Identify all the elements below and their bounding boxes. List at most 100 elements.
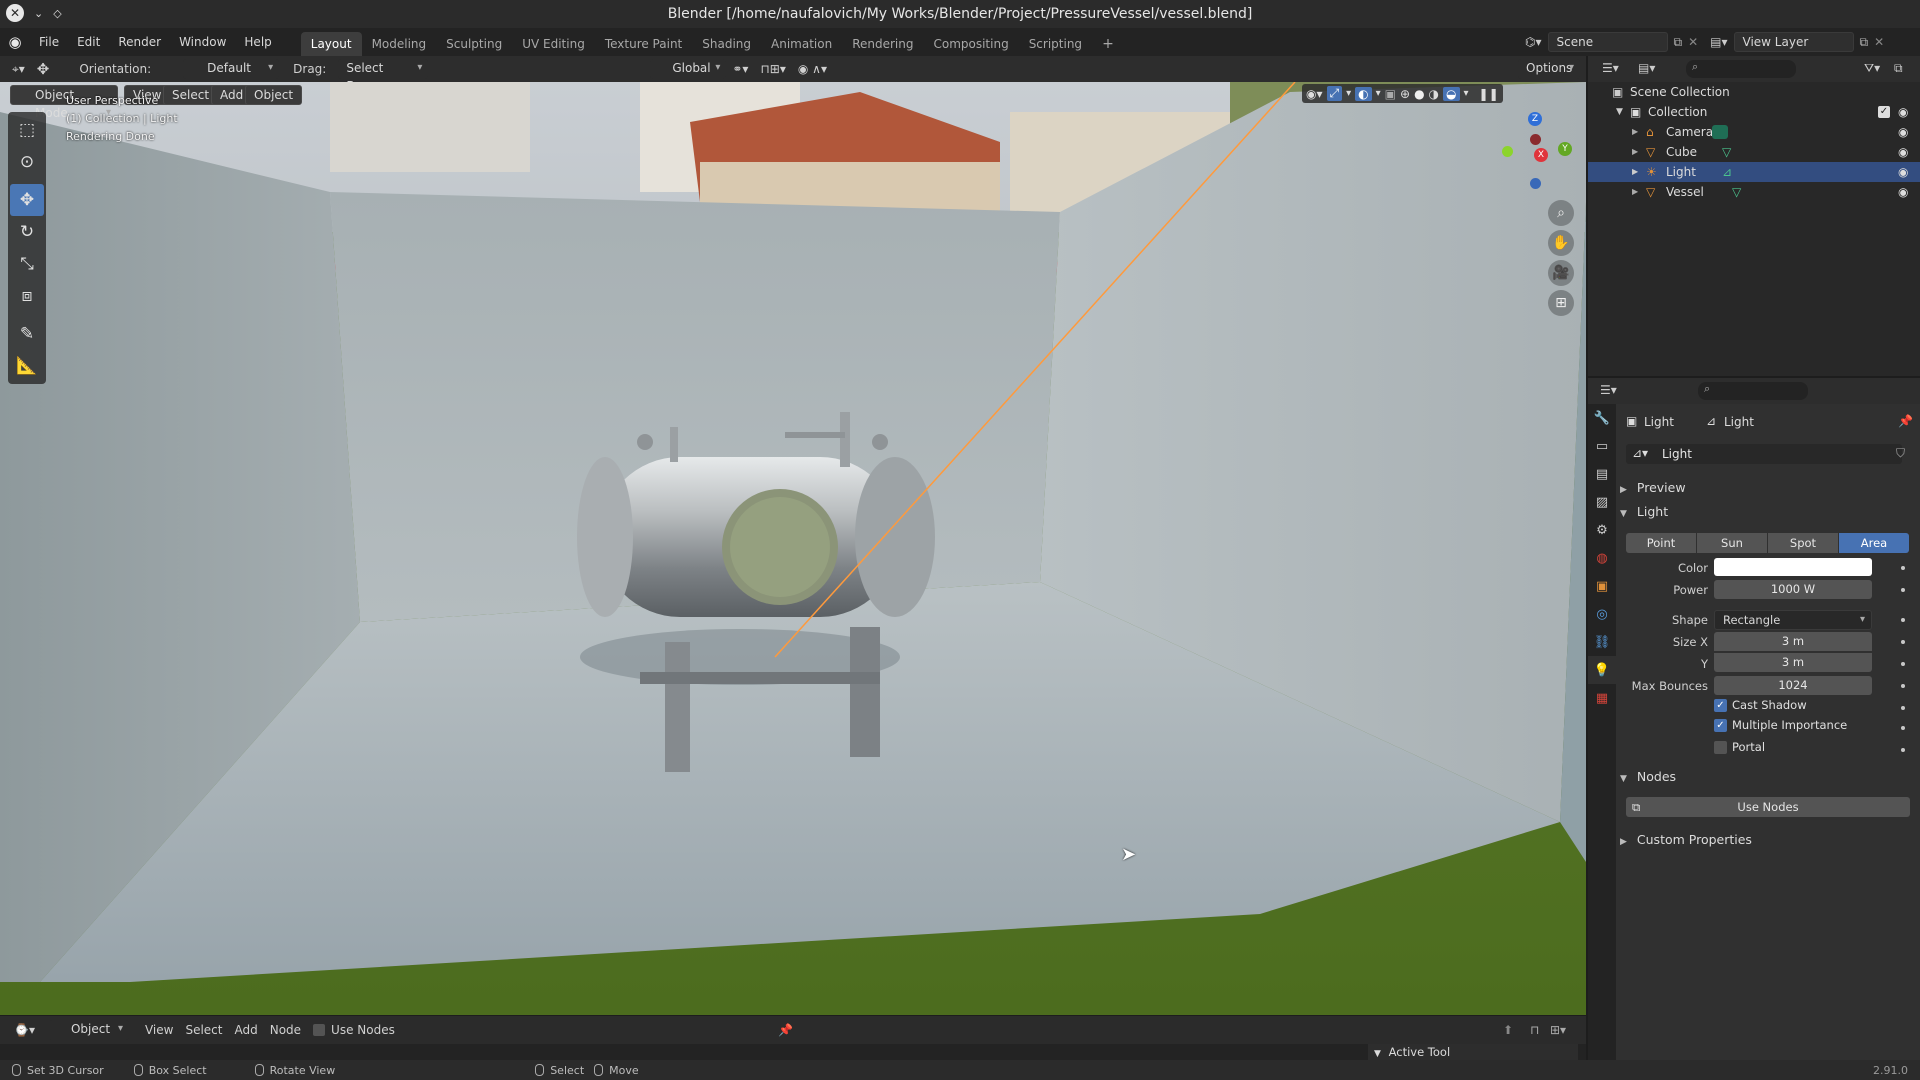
3d-viewport[interactable]: Object Mode ▾ View Select Add Object ◉▾ … bbox=[0, 82, 1586, 1015]
panel-custom-properties-header[interactable]: ▶ Custom Properties bbox=[1620, 828, 1920, 852]
panel-nodes-header[interactable]: ▼ Nodes bbox=[1620, 765, 1920, 789]
pan-hand-icon[interactable]: ✋ bbox=[1548, 230, 1574, 256]
scale-tool-icon[interactable]: ⤡ bbox=[10, 248, 44, 280]
measure-tool-icon[interactable]: 📐 bbox=[10, 350, 44, 382]
perspective-grid-icon[interactable]: ⊞ bbox=[1548, 290, 1574, 316]
tab-layout[interactable]: Layout bbox=[300, 32, 362, 56]
outliner-row-light[interactable]: ▶ ☀ Light ⊿ ◉ bbox=[1588, 162, 1920, 182]
tab-scripting[interactable]: Scripting bbox=[1019, 32, 1092, 56]
node-menu-node[interactable]: Node bbox=[264, 1020, 307, 1040]
light-type-area[interactable]: Area bbox=[1839, 533, 1909, 553]
menu-window[interactable]: Window bbox=[170, 28, 235, 56]
use-nodes-button[interactable]: ⧉ Use Nodes bbox=[1626, 797, 1910, 817]
navigation-gizmo[interactable]: Z X Y bbox=[1490, 112, 1572, 192]
new-collection-icon[interactable]: ⧉ bbox=[1894, 61, 1903, 76]
xray-icon[interactable]: ▣ bbox=[1385, 87, 1396, 101]
close-window-icon[interactable]: ✕ bbox=[6, 4, 24, 22]
outliner-search-input[interactable]: ⌕ bbox=[1686, 60, 1796, 78]
proportional-edit-icon[interactable]: ◉ ∧▾ bbox=[792, 59, 833, 79]
chevron-down-icon[interactable]: ⌄ bbox=[34, 7, 43, 20]
world-tab-icon[interactable]: ◍ bbox=[1588, 544, 1616, 572]
portal-checkbox[interactable] bbox=[1714, 741, 1727, 754]
properties-search-input[interactable]: ⌕ bbox=[1698, 382, 1808, 400]
drag-dropdown[interactable]: Select Box bbox=[338, 59, 429, 93]
light-data-icon[interactable]: ⊿ bbox=[1722, 162, 1732, 182]
view-layer-tab-icon[interactable]: ▨ bbox=[1588, 488, 1616, 516]
camera-data-icon[interactable] bbox=[1712, 125, 1728, 139]
delete-view-layer-icon[interactable]: ✕ bbox=[1874, 35, 1884, 49]
node-menu-select[interactable]: Select bbox=[179, 1020, 228, 1040]
outliner-row-collection[interactable]: ▼ ▣ Collection ✓ ◉ bbox=[1588, 102, 1920, 122]
zoom-icon[interactable]: ⌕ bbox=[1548, 200, 1574, 226]
solid-shading-icon[interactable]: ● bbox=[1414, 87, 1424, 101]
tab-uv-editing[interactable]: UV Editing bbox=[512, 32, 595, 56]
expand-arrow-icon[interactable]: ▶ bbox=[1632, 162, 1638, 182]
editor-type-icon[interactable]: ⌖▾ bbox=[6, 59, 31, 79]
move-tool-icon[interactable]: ✥ bbox=[31, 59, 56, 79]
z-axis-icon[interactable]: Z bbox=[1528, 112, 1542, 126]
tab-compositing[interactable]: Compositing bbox=[923, 32, 1018, 56]
constraints-tab-icon[interactable]: ⛓ bbox=[1588, 628, 1616, 656]
cursor-tool-icon[interactable]: ⊙ bbox=[10, 146, 44, 178]
view-layer-icon[interactable]: ▤▾ bbox=[1710, 35, 1727, 49]
expand-arrow-icon[interactable]: ▶ bbox=[1632, 122, 1638, 142]
shape-dropdown[interactable]: Rectangle bbox=[1714, 610, 1872, 630]
visibility-icon[interactable]: ◉▾ bbox=[1306, 87, 1323, 101]
snap-icon[interactable]: ⊓⊞▾ bbox=[754, 59, 791, 79]
light-datablock-selector[interactable]: ⊿▾ Light bbox=[1626, 444, 1902, 464]
mesh-data-icon[interactable]: ▽ bbox=[1722, 142, 1731, 162]
wireframe-shading-icon[interactable]: ⊕ bbox=[1400, 87, 1410, 101]
color-swatch[interactable] bbox=[1714, 558, 1872, 576]
outliner-row-camera[interactable]: ▶ ⌂ Camera ◉ bbox=[1588, 122, 1920, 142]
annotate-tool-icon[interactable]: ✎ bbox=[10, 318, 44, 350]
outliner-row-vessel[interactable]: ▶ ▽ Vessel ▽ ◉ bbox=[1588, 182, 1920, 202]
output-tab-icon[interactable]: ▤ bbox=[1588, 460, 1616, 488]
max-bounces-field[interactable]: 1024 bbox=[1714, 676, 1872, 695]
node-menu-view[interactable]: View bbox=[139, 1020, 179, 1040]
blender-logo-icon[interactable]: ◉ bbox=[0, 33, 30, 51]
outliner-row-cube[interactable]: ▶ ▽ Cube ▽ ◉ bbox=[1588, 142, 1920, 162]
new-view-layer-icon[interactable]: ⧉ bbox=[1860, 35, 1869, 50]
power-field[interactable]: 1000 W bbox=[1714, 580, 1872, 599]
scene-selector[interactable]: Scene bbox=[1547, 32, 1668, 52]
display-mode-icon[interactable]: ▤▾ bbox=[1638, 61, 1655, 75]
visibility-eye-icon[interactable]: ◉ bbox=[1898, 142, 1908, 162]
y-axis-icon[interactable]: Y bbox=[1558, 142, 1572, 156]
snap-icon[interactable]: ⊓ bbox=[1530, 1023, 1539, 1037]
light-type-sun[interactable]: Sun bbox=[1697, 533, 1767, 553]
tab-shading[interactable]: Shading bbox=[692, 32, 761, 56]
texture-tab-icon[interactable]: ▦ bbox=[1588, 684, 1616, 712]
include-checkbox[interactable]: ✓ bbox=[1878, 106, 1890, 118]
visibility-eye-icon[interactable]: ◉ bbox=[1898, 162, 1908, 182]
active-tool-panel[interactable]: ▼ Active Tool bbox=[1368, 1044, 1578, 1060]
menu-edit[interactable]: Edit bbox=[68, 28, 109, 56]
use-nodes-checkbox[interactable] bbox=[313, 1024, 326, 1036]
expand-arrow-icon[interactable]: ▼ bbox=[1616, 102, 1623, 122]
select-box-tool-icon[interactable]: ⬚ bbox=[10, 114, 44, 146]
add-workspace-icon[interactable]: + bbox=[1092, 32, 1124, 56]
cast-shadow-checkbox[interactable]: ✓ bbox=[1714, 699, 1727, 712]
orientation-dropdown[interactable]: Default bbox=[183, 59, 280, 79]
viewport-menu-object[interactable]: Object bbox=[245, 85, 303, 105]
transform-orientation-dropdown[interactable]: Global bbox=[650, 59, 727, 79]
x-axis-icon[interactable]: X bbox=[1534, 148, 1548, 162]
fake-user-shield-icon[interactable]: ⛉ bbox=[1896, 446, 1905, 461]
tab-animation[interactable]: Animation bbox=[761, 32, 842, 56]
light-type-spot[interactable]: Spot bbox=[1768, 533, 1838, 553]
visibility-eye-icon[interactable]: ◉ bbox=[1898, 102, 1908, 122]
panel-preview-header[interactable]: ▶ Preview bbox=[1620, 476, 1920, 500]
outliner-editor-type-icon[interactable]: ☰▾ bbox=[1602, 61, 1619, 75]
camera-view-icon[interactable]: 🎥 bbox=[1548, 260, 1574, 286]
menu-help[interactable]: Help bbox=[235, 28, 280, 56]
rotate-tool-icon[interactable]: ↻ bbox=[10, 216, 44, 248]
visibility-eye-icon[interactable]: ◉ bbox=[1898, 182, 1908, 202]
delete-scene-icon[interactable]: ✕ bbox=[1688, 35, 1698, 49]
outliner-row-scene-collection[interactable]: ▣ Scene Collection bbox=[1588, 82, 1920, 102]
size-y-field[interactable]: 3 m bbox=[1714, 653, 1872, 672]
editor-type-icon[interactable]: ⌚▾ bbox=[8, 1020, 41, 1040]
pause-render-icon[interactable]: ❚❚ bbox=[1479, 87, 1499, 101]
menu-file[interactable]: File bbox=[30, 28, 68, 56]
move-tool-icon[interactable]: ✥ bbox=[10, 184, 44, 216]
size-x-field[interactable]: 3 m bbox=[1714, 632, 1872, 651]
object-tab-icon[interactable]: ▣ bbox=[1588, 572, 1616, 600]
